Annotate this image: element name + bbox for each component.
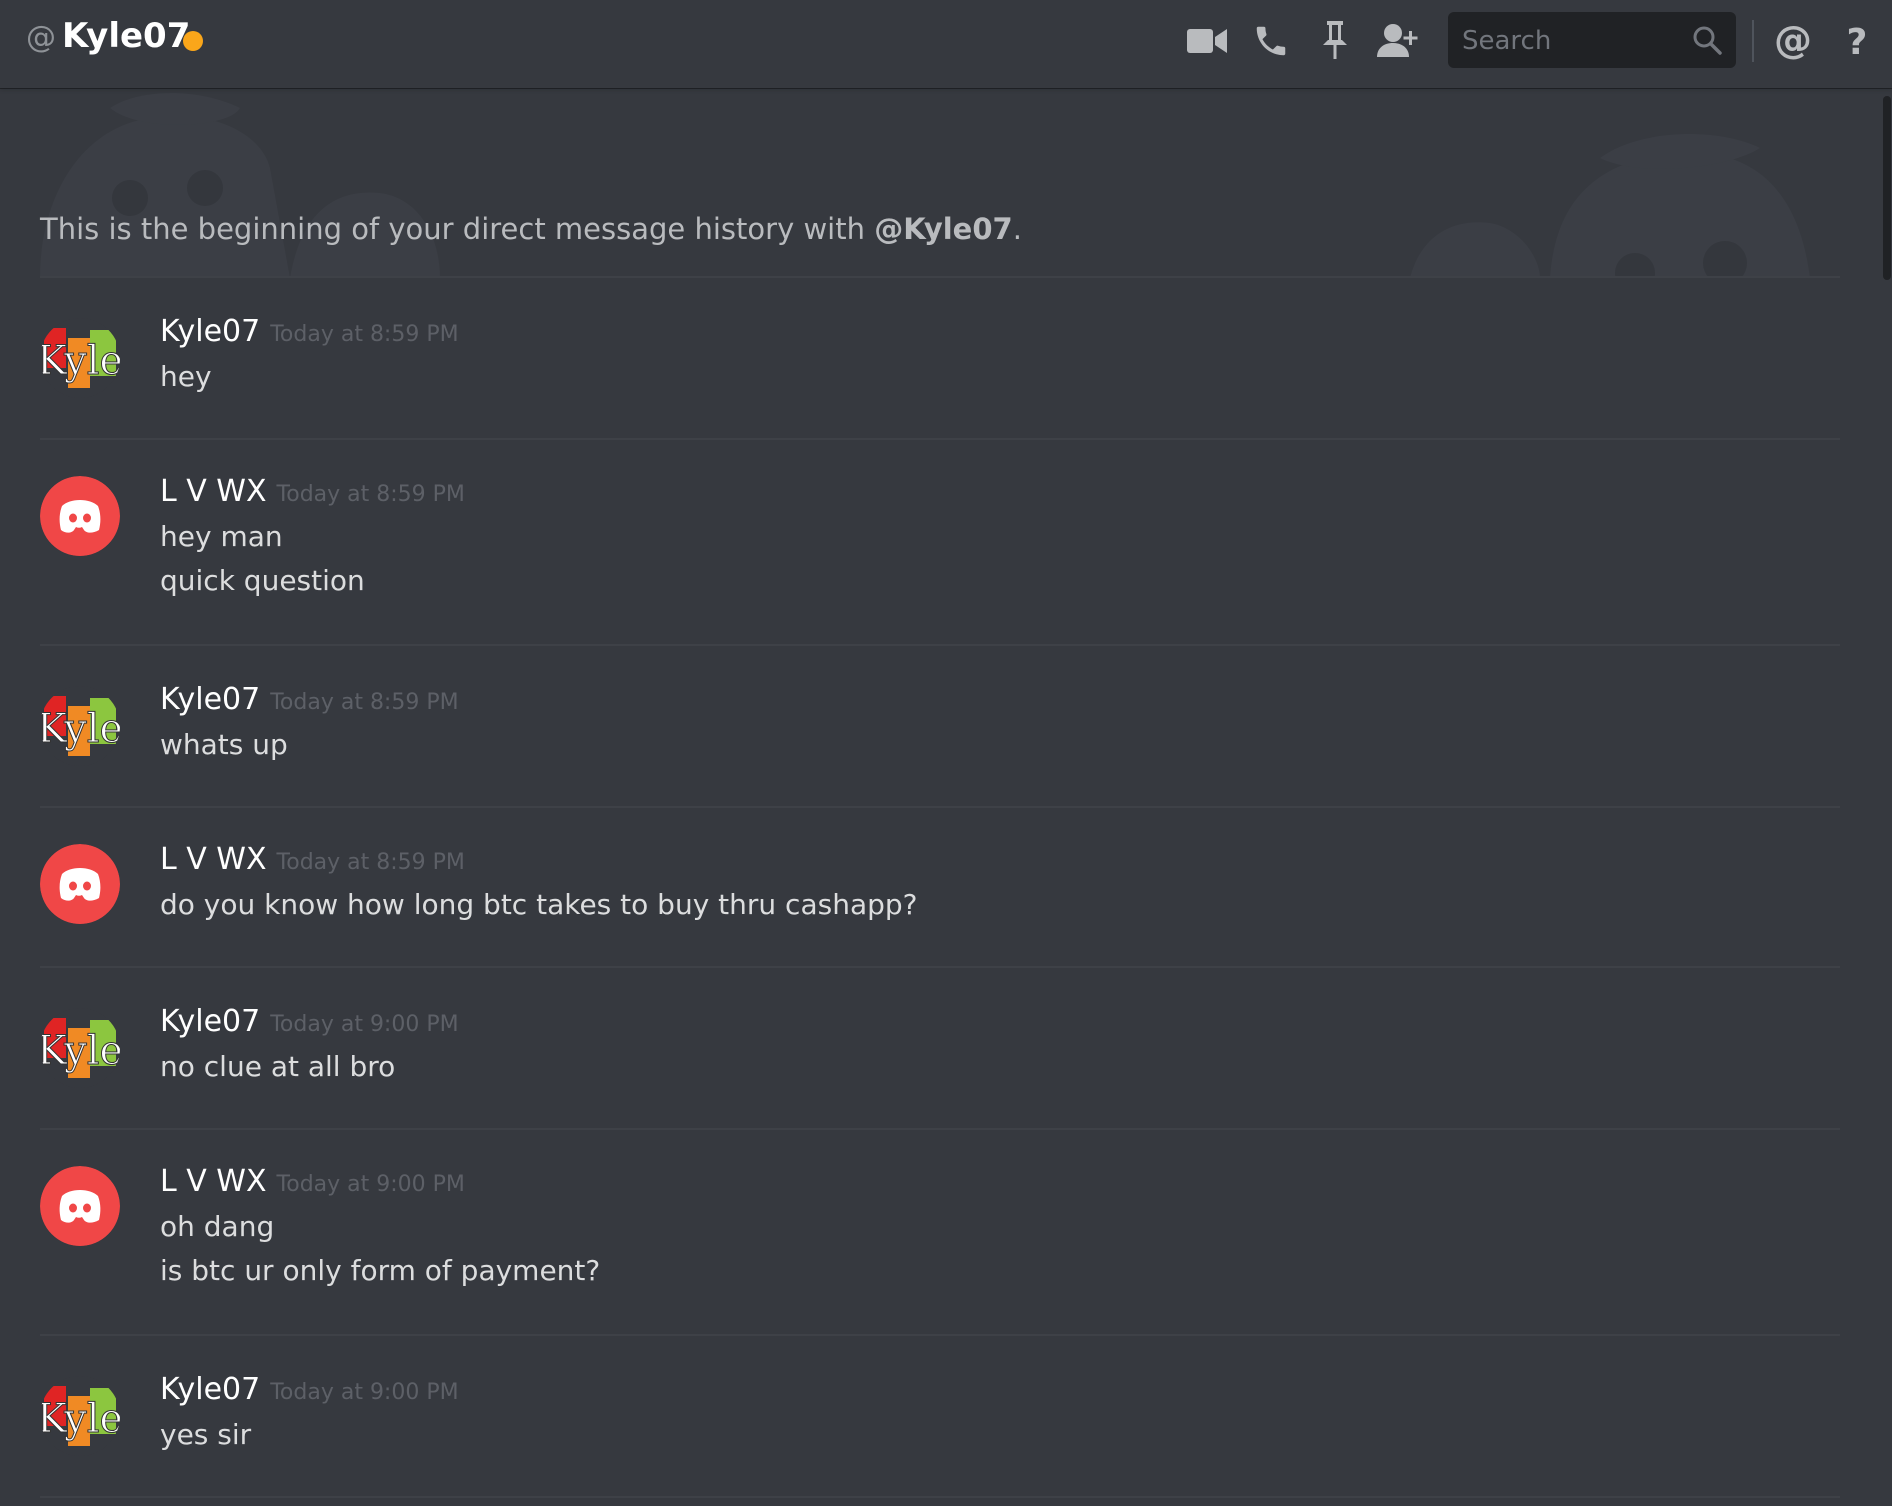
message-group: Kyle Kyle07 Today at 9:00 PM no clue at a… bbox=[40, 968, 1840, 1128]
message-text: hey bbox=[160, 360, 212, 393]
dm-history-intro: This is the beginning of your direct mes… bbox=[40, 212, 1022, 246]
svg-text:?: ? bbox=[1847, 22, 1868, 61]
search-icon[interactable] bbox=[1692, 25, 1722, 59]
message-timestamp: Today at 9:00 PM bbox=[276, 1172, 465, 1197]
message-text: oh dang bbox=[160, 1210, 275, 1243]
message-text: no clue at all bro bbox=[160, 1050, 396, 1083]
kyle-avatar[interactable]: Kyle bbox=[40, 1008, 120, 1088]
kyle-avatar[interactable]: Kyle bbox=[40, 686, 120, 766]
intro-text: This is the beginning of your direct mes… bbox=[40, 212, 875, 246]
message-author[interactable]: L V WX Today at 8:59 PM bbox=[160, 474, 465, 509]
kyle-avatar[interactable]: Kyle bbox=[40, 1376, 120, 1456]
dm-username[interactable]: Kyle07 bbox=[62, 16, 190, 56]
search-bar[interactable] bbox=[1448, 12, 1736, 70]
dm-intro-artwork bbox=[0, 88, 1880, 278]
svg-text:Kyle: Kyle bbox=[40, 1028, 120, 1074]
message-text: yes sir bbox=[160, 1418, 252, 1451]
message-text: is btc ur only form of payment? bbox=[160, 1254, 601, 1287]
discord-default-avatar[interactable] bbox=[40, 476, 120, 556]
message-timestamp: Today at 8:59 PM bbox=[276, 850, 465, 875]
message-group: L V WX Today at 8:59 PM hey man quick que… bbox=[40, 440, 1840, 644]
message-author[interactable]: Kyle07 Today at 9:00 PM bbox=[160, 1372, 459, 1407]
message-timestamp: Today at 9:00 PM bbox=[270, 1012, 459, 1037]
svg-text:@: @ bbox=[1774, 21, 1812, 61]
intro-mention[interactable]: @Kyle07 bbox=[874, 212, 1013, 246]
message-author[interactable]: Kyle07 Today at 8:59 PM bbox=[160, 314, 459, 349]
help-icon[interactable]: ? bbox=[1834, 18, 1880, 64]
kyle-avatar[interactable]: Kyle bbox=[40, 318, 120, 398]
message-author[interactable]: L V WX Today at 9:00 PM bbox=[160, 1164, 465, 1199]
message-text: do you know how long btc takes to buy th… bbox=[160, 888, 918, 921]
scrollbar-thumb[interactable] bbox=[1883, 96, 1891, 280]
svg-text:Kyle: Kyle bbox=[40, 706, 120, 752]
discord-default-avatar[interactable] bbox=[40, 1166, 120, 1246]
message-timestamp: Today at 9:00 PM bbox=[270, 1380, 459, 1405]
mentions-icon[interactable]: @ bbox=[1770, 18, 1816, 64]
message-text: whats up bbox=[160, 728, 288, 761]
message-group: Kyle Kyle07 Today at 8:59 PM hey bbox=[40, 278, 1840, 438]
channel-header: @ Kyle07 @ ? bbox=[0, 0, 1892, 88]
scrollbar-track[interactable] bbox=[1882, 92, 1892, 1506]
video-call-icon[interactable] bbox=[1184, 18, 1230, 64]
message-timestamp: Today at 8:59 PM bbox=[270, 322, 459, 347]
intro-suffix: . bbox=[1012, 212, 1022, 246]
message-timestamp: Today at 8:59 PM bbox=[276, 482, 465, 507]
add-friend-icon[interactable] bbox=[1376, 18, 1422, 64]
message-group: L V WX Today at 8:59 PM do you know how l… bbox=[40, 808, 1840, 966]
message-divider bbox=[40, 1496, 1840, 1498]
message-author[interactable]: Kyle07 Today at 8:59 PM bbox=[160, 682, 459, 717]
message-author[interactable]: Kyle07 Today at 9:00 PM bbox=[160, 1004, 459, 1039]
message-timestamp: Today at 8:59 PM bbox=[270, 690, 459, 715]
message-group: L V WX Today at 9:00 PM oh dang is btc ur… bbox=[40, 1130, 1840, 1334]
message-text: quick question bbox=[160, 564, 365, 597]
message-group: Kyle Kyle07 Today at 8:59 PM whats up bbox=[40, 646, 1840, 806]
message-list: Kyle Kyle07 Today at 8:59 PM hey L V WX To… bbox=[40, 276, 1840, 1498]
svg-text:Kyle: Kyle bbox=[40, 338, 120, 384]
discord-default-avatar[interactable] bbox=[40, 844, 120, 924]
at-symbol: @ bbox=[26, 20, 56, 55]
pin-icon[interactable] bbox=[1312, 18, 1358, 64]
message-group: Kyle Kyle07 Today at 9:00 PM yes sir bbox=[40, 1336, 1840, 1496]
svg-text:Kyle: Kyle bbox=[40, 1396, 120, 1442]
idle-status-indicator bbox=[183, 31, 203, 51]
message-author[interactable]: L V WX Today at 8:59 PM bbox=[160, 842, 465, 877]
message-text: hey man bbox=[160, 520, 283, 553]
voice-call-icon[interactable] bbox=[1248, 18, 1294, 64]
search-input[interactable] bbox=[1460, 12, 1684, 70]
header-divider bbox=[1752, 20, 1754, 62]
